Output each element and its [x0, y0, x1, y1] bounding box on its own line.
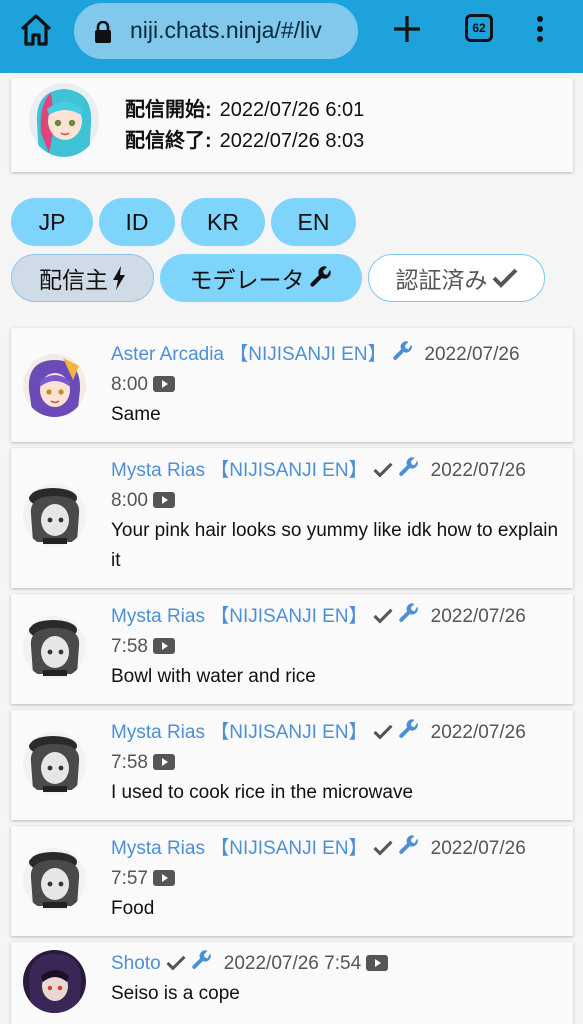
message-date: 2022/07/26: [430, 460, 526, 481]
avatar: [23, 616, 86, 679]
message-text: Seiso is a cope: [111, 983, 240, 1004]
avatar: [23, 848, 86, 911]
message-date: 2022/07/26 7:54: [223, 953, 362, 974]
url-bar[interactable]: niji.chats.ninja/#/liv: [74, 3, 358, 59]
url-text: niji.chats.ninja/#/liv: [130, 17, 322, 43]
lock-icon: [95, 21, 111, 43]
filter-chip-moderator-label: モデレータ: [189, 267, 305, 293]
overflow-menu-icon[interactable]: [533, 13, 547, 45]
youtube-icon[interactable]: [153, 637, 176, 655]
message-time: 7:58: [111, 636, 148, 657]
check-icon: [492, 268, 517, 288]
avatar: [23, 732, 86, 795]
avatar: [23, 484, 86, 547]
new-tab-icon[interactable]: [392, 14, 422, 44]
message-date: 2022/07/26: [424, 344, 520, 365]
wrench-icon: [399, 457, 418, 476]
avatar: [23, 950, 86, 1013]
wrench-icon: [399, 835, 418, 854]
filter-chip-verified-label: 認証済み: [395, 267, 488, 293]
message-author[interactable]: Mysta Rias 【NIJISANJI EN】: [111, 838, 368, 859]
chat-message: Mysta Rias 【NIJISANJI EN】 2022/07/26 8:0…: [11, 448, 573, 588]
message-author[interactable]: Shoto: [111, 953, 161, 974]
filter-chip-moderator[interactable]: モデレータ: [160, 254, 362, 302]
browser-toolbar: niji.chats.ninja/#/liv 62: [0, 0, 583, 73]
message-time: 7:57: [111, 868, 148, 889]
youtube-icon[interactable]: [153, 375, 176, 393]
message-text: Food: [111, 898, 155, 919]
home-icon[interactable]: [18, 13, 54, 47]
check-icon: [373, 840, 393, 856]
message-text: Bowl with water and rice: [111, 666, 316, 687]
youtube-icon[interactable]: [153, 753, 176, 771]
message-date: 2022/07/26: [430, 722, 526, 743]
youtube-icon[interactable]: [153, 869, 176, 887]
chat-message: Aster Arcadia 【NIJISANJI EN】 2022/07/26 …: [11, 328, 573, 442]
filter-chip-id[interactable]: ID: [99, 198, 175, 246]
wrench-icon: [393, 341, 412, 360]
filter-chip-streamer[interactable]: 配信主: [11, 254, 154, 302]
filter-chip-streamer-label: 配信主: [39, 267, 108, 293]
youtube-icon[interactable]: [366, 954, 389, 972]
stream-info-card: 配信開始: 2022/07/26 6:01 配信終了: 2022/07/26 8:0…: [11, 78, 573, 172]
filter-chip-verified[interactable]: 認証済み: [368, 254, 545, 302]
stream-start-label: 配信開始:: [125, 99, 212, 121]
filter-chip-kr[interactable]: KR: [181, 198, 265, 246]
avatar: [23, 354, 86, 417]
streamer-avatar: [29, 83, 99, 157]
filter-chip-en[interactable]: EN: [271, 198, 356, 246]
chat-message: Shoto 2022/07/26 7:54 Seiso is a cope: [11, 942, 573, 1024]
wrench-icon: [192, 950, 212, 969]
stream-start-value: 2022/07/26 6:01: [219, 99, 365, 121]
chat-message: Mysta Rias 【NIJISANJI EN】 2022/07/26 7:5…: [11, 710, 573, 820]
check-icon: [373, 608, 393, 624]
filter-chip-jp[interactable]: JP: [11, 198, 93, 246]
message-author[interactable]: Aster Arcadia 【NIJISANJI EN】: [111, 344, 387, 365]
stream-end-label: 配信終了:: [125, 130, 212, 152]
message-date: 2022/07/26: [430, 606, 526, 627]
message-author[interactable]: Mysta Rias 【NIJISANJI EN】: [111, 606, 368, 627]
chat-message: Mysta Rias 【NIJISANJI EN】 2022/07/26 7:5…: [11, 594, 573, 704]
bolt-icon: [113, 266, 125, 290]
check-icon: [373, 462, 393, 478]
message-text: I used to cook rice in the microwave: [111, 782, 414, 803]
message-text: Same: [111, 404, 161, 425]
check-icon: [373, 724, 393, 740]
message-author[interactable]: Mysta Rias 【NIJISANJI EN】: [111, 722, 368, 743]
tab-count-button[interactable]: 62: [465, 14, 493, 42]
wrench-icon: [399, 719, 418, 738]
stream-end-value: 2022/07/26 8:03: [219, 130, 365, 152]
message-time: 7:58: [111, 752, 148, 773]
message-author[interactable]: Mysta Rias 【NIJISANJI EN】: [111, 460, 368, 481]
message-time: 8:00: [111, 490, 148, 511]
check-icon: [166, 955, 186, 971]
chat-message: Mysta Rias 【NIJISANJI EN】 2022/07/26 7:5…: [11, 826, 573, 936]
wrench-icon: [399, 603, 418, 622]
youtube-icon[interactable]: [153, 491, 176, 509]
message-time: 8:00: [111, 374, 148, 395]
message-text: Your pink hair looks so yummy like idk h…: [111, 520, 559, 571]
message-date: 2022/07/26: [430, 838, 526, 859]
wrench-icon: [309, 266, 331, 287]
